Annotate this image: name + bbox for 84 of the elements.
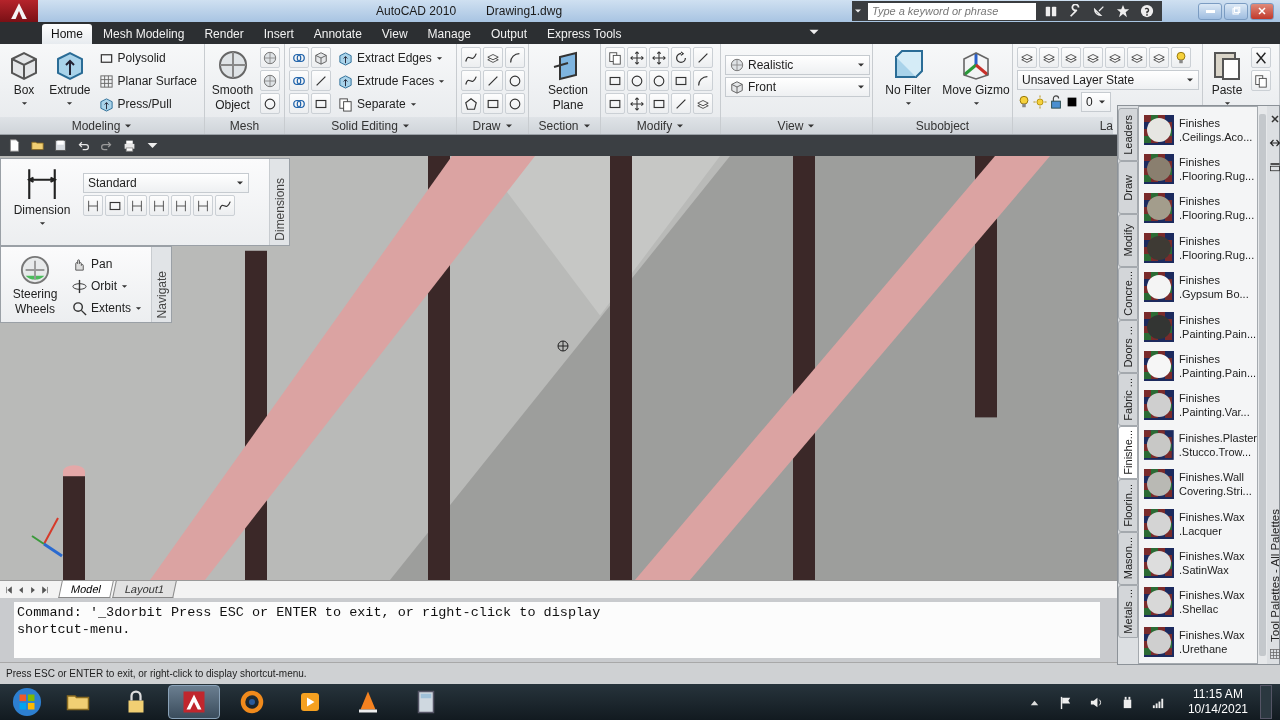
navigation-tool[interactable]: Extents — [69, 297, 146, 319]
ribbon-button[interactable]: Move Gizmo — [943, 47, 1009, 109]
panel-title: Subobject — [915, 118, 970, 133]
dropdown[interactable]: Unsaved Layer State — [1017, 70, 1199, 90]
material-name[interactable]: Finishes .Painting.Pain... — [1179, 352, 1257, 381]
ribbon-tab[interactable]: Annotate — [304, 24, 371, 44]
ribbon-tab[interactable]: Mesh Modeling — [94, 24, 194, 44]
panel-title-bar[interactable]: Section — [529, 117, 600, 134]
ribbon-tab[interactable]: Express Tools — [538, 24, 631, 44]
ribbon-button[interactable]: No Filter — [877, 47, 939, 109]
ribbon-tool[interactable]: Polysolid — [95, 47, 200, 69]
material-name[interactable]: Finishes .Flooring.Rug... — [1179, 233, 1255, 262]
steering-wheels-button[interactable]: Steering Wheels — [7, 253, 63, 319]
panel-title: View — [777, 118, 804, 133]
panel-title-bar[interactable]: View — [721, 117, 872, 134]
dropdown[interactable]: Front — [725, 77, 870, 97]
material-name[interactable]: Finishes.Wax .Urethane — [1179, 627, 1245, 656]
ribbon-tool[interactable]: Extrude Faces — [335, 70, 449, 92]
status-text: Press ESC or ENTER to exit, or right-click to display shortcut-menu. — [6, 668, 307, 679]
layout-tab[interactable]: Model — [58, 581, 114, 598]
material-name[interactable]: Finishes .Painting.Pain... — [1179, 312, 1257, 341]
material-name[interactable]: Finishes .Gypsum Bo... — [1179, 273, 1249, 302]
palette-tab[interactable]: Fabric ... — [1118, 373, 1138, 426]
panel-title-bar[interactable]: Draw — [457, 117, 528, 134]
layout-tab[interactable]: Layout1 — [112, 581, 177, 598]
material-name[interactable]: Finishes .Flooring.Rug... — [1179, 194, 1255, 223]
palette-tab[interactable]: Doors ... — [1118, 320, 1138, 373]
window-title: AutoCAD 2010 — [376, 4, 457, 18]
ribbon-button[interactable]: Section Plane — [533, 47, 603, 115]
ribbon-tab[interactable]: Insert — [254, 24, 303, 44]
palette-tab[interactable]: Draw — [1118, 161, 1138, 214]
panel-title-bar[interactable]: La — [1013, 117, 1113, 134]
panel-title: Modify — [636, 118, 673, 133]
clock-time: 11:15 AM — [1193, 687, 1243, 702]
ribbon-button[interactable]: Box — [4, 47, 44, 109]
panel-title: La — [1099, 118, 1113, 133]
panel-title: Dimensions — [272, 178, 287, 241]
ribbon-button[interactable]: Smooth Object — [209, 47, 256, 115]
document-name: Drawing1.dwg — [486, 4, 563, 18]
panel-title-bar[interactable]: Solid Editing — [285, 117, 456, 134]
material-name[interactable]: Finishes.Wax .Lacquer — [1179, 509, 1245, 538]
ribbon-tab[interactable]: Manage — [418, 24, 480, 44]
panel-title: Section — [538, 118, 579, 133]
palette-tab[interactable]: Mason... — [1118, 532, 1138, 585]
ribbon-tool[interactable]: Separate — [335, 93, 449, 115]
panel-title-bar[interactable]: Modeling — [0, 117, 204, 134]
palette-tab[interactable]: Finishe... — [1118, 426, 1138, 479]
ribbon-tab[interactable]: Output — [482, 24, 536, 44]
material-name[interactable]: Finishes .Ceilings.Aco... — [1179, 115, 1253, 144]
ribbon-tab[interactable]: View — [372, 24, 417, 44]
material-name[interactable]: Finishes.Wall Covering.Stri... — [1179, 470, 1252, 499]
palette-tab[interactable]: Metals ... — [1118, 585, 1138, 638]
material-name[interactable]: Finishes.Wax .SatinWax — [1179, 549, 1245, 577]
dropdown[interactable]: 0 — [1081, 92, 1111, 112]
palette-tab[interactable]: Modify — [1118, 214, 1138, 267]
panel-title: Navigate — [154, 270, 169, 318]
ribbon-button[interactable]: Extrude — [48, 47, 92, 109]
panel-title-bar[interactable]: Mesh — [205, 117, 284, 134]
palette-tab[interactable]: Floorin... — [1118, 479, 1138, 532]
material-name[interactable]: Finishes.Plaster .Stucco.Trow... — [1178, 430, 1257, 459]
panel-title-bar[interactable]: Modify — [601, 117, 720, 134]
clock-date: 10/14/2021 — [1187, 702, 1248, 717]
search-field[interactable]: Type a keyword or phrase — [868, 2, 1036, 20]
command-line-text: Command: '_3dorbit Press ESC or ENTER to exit, or right-click to display shortcut-menu. — [14, 602, 1100, 658]
ribbon-tab[interactable]: Render — [195, 24, 253, 44]
dropdown[interactable]: Realistic — [725, 55, 870, 75]
palette-tab[interactable]: Leaders — [1118, 108, 1138, 161]
ribbon-tool[interactable]: Press/Pull — [95, 93, 200, 115]
material-name[interactable]: Finishes .Flooring.Rug... — [1179, 155, 1255, 184]
ribbon-tab[interactable]: Home — [42, 24, 92, 44]
panel-title: Modeling — [71, 118, 121, 133]
material-name[interactable]: Finishes.Wax .Shellac — [1179, 588, 1245, 617]
dropdown[interactable]: Standard — [83, 173, 249, 193]
panel-title-bar[interactable]: Subobject — [873, 117, 1012, 134]
ribbon-tool[interactable]: Extract Edges — [335, 47, 449, 69]
material-name[interactable]: Finishes .Painting.Var... — [1179, 391, 1250, 420]
palette-tab[interactable]: Concre... — [1118, 267, 1138, 320]
panel-title: Mesh — [229, 118, 260, 133]
navigation-tool[interactable]: Orbit — [69, 275, 146, 297]
dimension-button[interactable]: Dimension — [7, 165, 77, 229]
ribbon-tool[interactable]: Planar Surface — [95, 70, 200, 92]
panel-title: Solid Editing — [331, 118, 398, 133]
navigation-tool[interactable]: Pan — [69, 253, 146, 275]
panel-title: Draw — [472, 118, 501, 133]
